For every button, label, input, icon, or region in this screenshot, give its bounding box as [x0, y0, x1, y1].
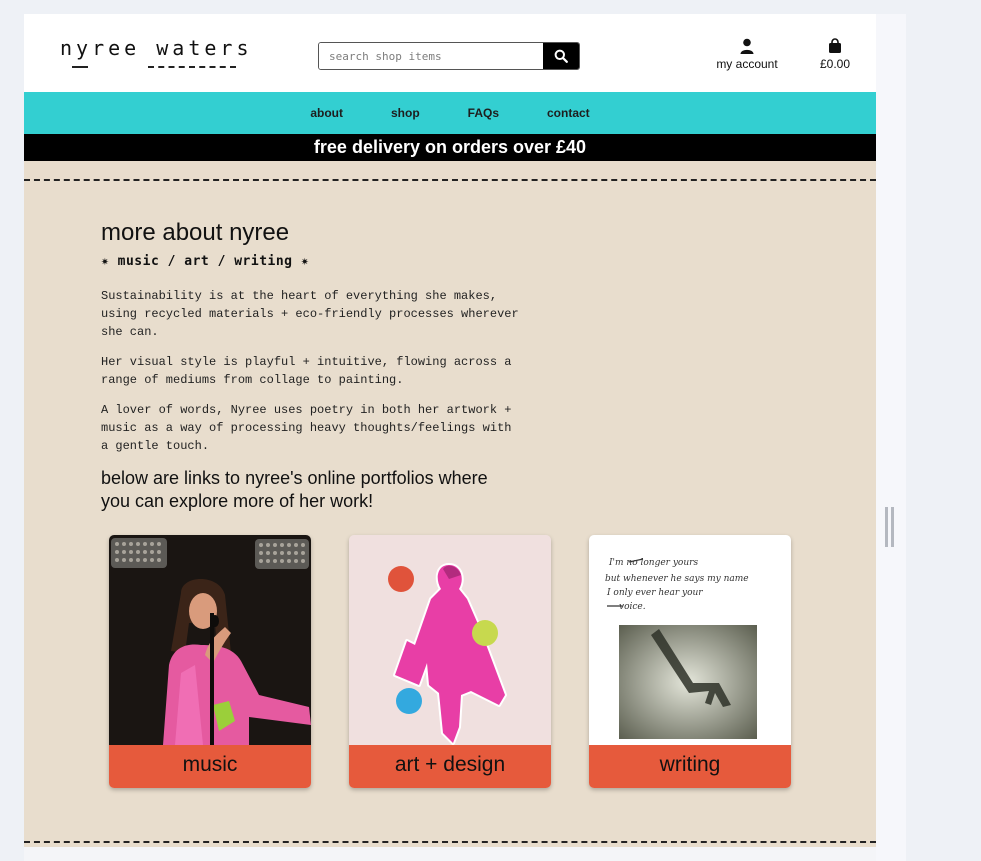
shopping-bag-icon — [829, 38, 841, 53]
side-panel — [876, 14, 906, 861]
nav-shop[interactable]: shop — [367, 106, 444, 120]
art-collage-image — [349, 535, 551, 745]
about-section: more about nyree ✷ music / art / writing… — [24, 161, 876, 847]
my-account-label: my account — [716, 57, 778, 71]
poem-line: I only ever hear your — [606, 588, 703, 598]
poem-line: voice. — [619, 602, 646, 612]
card-label: music — [109, 745, 311, 788]
nav-faqs[interactable]: FAQs — [444, 106, 523, 120]
music-portfolio-card[interactable]: music — [109, 535, 311, 788]
card-label: writing — [589, 745, 791, 788]
site-logo[interactable]: nyree waters — [60, 36, 253, 60]
about-paragraph: A lover of words, Nyree uses poetry in b… — [101, 403, 512, 453]
logo-underline — [72, 66, 88, 68]
footer-edge — [24, 847, 876, 861]
nav-contact[interactable]: contact — [523, 106, 614, 120]
portfolio-intro: below are links to nyree's online portfo… — [101, 468, 488, 511]
page: nyree waters my account £0.00 about shop… — [24, 14, 876, 861]
dashed-divider — [24, 179, 876, 181]
search-button[interactable] — [543, 43, 579, 69]
poem-line: I'm no longer yours — [608, 558, 698, 568]
music-performance-image — [109, 535, 311, 745]
card-label: art + design — [349, 745, 551, 788]
writing-poem-image: I'm no longer yours but whenever he says… — [589, 535, 791, 745]
user-icon — [740, 38, 754, 54]
promo-banner: free delivery on orders over £40 — [24, 134, 876, 161]
page-subtitle: ✷ music / art / writing ✷ — [101, 254, 310, 269]
about-paragraph: Sustainability is at the heart of everyt… — [101, 289, 519, 339]
dashed-divider — [24, 841, 876, 843]
poem-line: but whenever he says my name — [605, 574, 749, 584]
about-paragraph: Her visual style is playful + intuitive,… — [101, 355, 512, 387]
resize-handle[interactable] — [885, 507, 894, 547]
search-icon — [554, 49, 568, 63]
logo-underline-dashed — [148, 66, 236, 68]
nav-about[interactable]: about — [286, 106, 367, 120]
page-title: more about nyree — [101, 219, 290, 246]
my-account-link[interactable]: my account — [707, 38, 787, 71]
cart-total: £0.00 — [819, 57, 851, 71]
writing-portfolio-card[interactable]: I'm no longer yours but whenever he says… — [589, 535, 791, 788]
cart-link[interactable]: £0.00 — [810, 38, 860, 71]
search-bar — [318, 42, 580, 70]
search-input[interactable] — [319, 43, 543, 69]
art-design-portfolio-card[interactable]: art + design — [349, 535, 551, 788]
main-nav: about shop FAQs contact — [24, 92, 876, 134]
